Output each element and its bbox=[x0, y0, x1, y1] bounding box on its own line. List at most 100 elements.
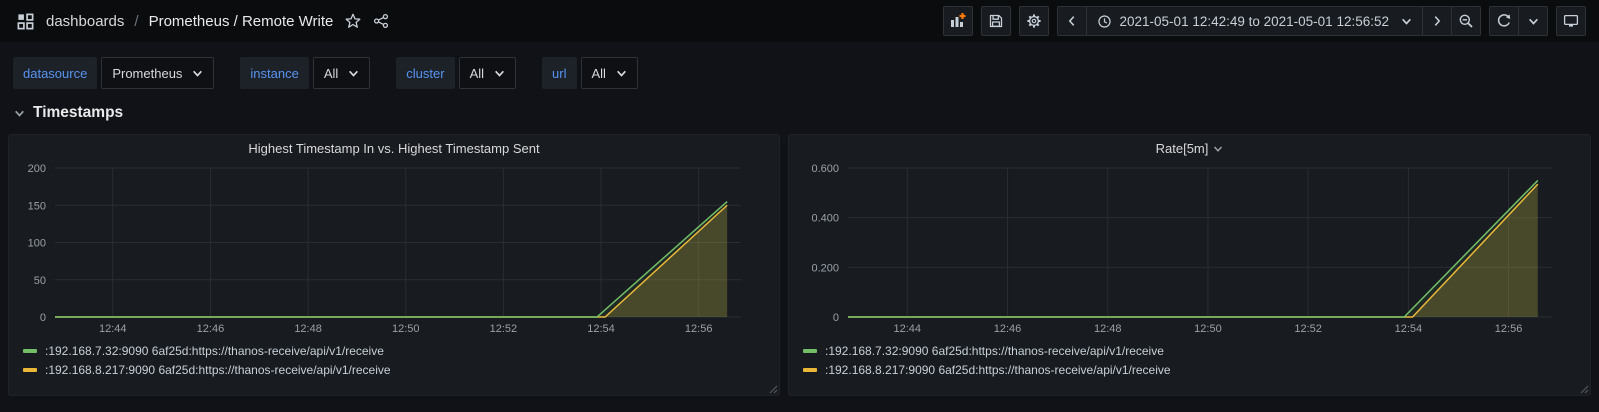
x-tick-label: 12:54 bbox=[587, 323, 615, 335]
star-icon[interactable] bbox=[341, 9, 365, 33]
time-shift-back-button[interactable] bbox=[1057, 6, 1087, 36]
variable-select-cluster[interactable]: All bbox=[459, 57, 516, 89]
y-tick-label: 150 bbox=[28, 200, 46, 212]
x-tick-label: 12:48 bbox=[294, 323, 322, 335]
grafana-dashboard: { "nav": { "breadcrumb_root": "dashboard… bbox=[0, 0, 1599, 412]
dashboard-variables: datasource Prometheus instance All clust… bbox=[0, 42, 1599, 100]
y-tick-label: 0.200 bbox=[811, 262, 839, 274]
save-dashboard-button[interactable] bbox=[981, 6, 1011, 36]
variable-select-url[interactable]: All bbox=[581, 57, 638, 89]
row-timestamps[interactable]: Timestamps bbox=[0, 100, 1599, 134]
chart-canvas[interactable]: 0 50 100 150 200 12:44 12:46 12:48 12:50 12:52 12:… bbox=[17, 162, 771, 338]
nav-toolbar: 2021-05-01 12:42:49 to 2021-05-01 12:56:… bbox=[935, 6, 1586, 36]
breadcrumb-separator: / bbox=[134, 13, 138, 30]
y-tick-label: 0.400 bbox=[811, 213, 839, 225]
variable-url: url All bbox=[542, 57, 638, 89]
variable-value: Prometheus bbox=[112, 66, 182, 81]
panel-resize-handle[interactable] bbox=[769, 385, 778, 394]
zoom-out-button[interactable] bbox=[1451, 6, 1481, 36]
legend-item[interactable]: :192.168.8.217:9090 6af25d:https://thano… bbox=[803, 360, 1590, 379]
x-tick-label: 12:54 bbox=[1395, 323, 1423, 335]
x-tick-label: 12:56 bbox=[1495, 323, 1523, 335]
x-tick-label: 12:46 bbox=[994, 323, 1022, 335]
variable-value: All bbox=[470, 66, 484, 81]
breadcrumb-dashboards-link[interactable]: dashboards bbox=[46, 13, 124, 30]
legend-label: :192.168.7.32:9090 6af25d:https://thanos… bbox=[45, 344, 384, 358]
legend-swatch bbox=[803, 349, 817, 353]
share-icon[interactable] bbox=[369, 9, 393, 33]
variable-label-url: url bbox=[542, 57, 576, 89]
refresh-interval-caret-button[interactable] bbox=[1518, 6, 1548, 36]
panel-menu-caret-icon bbox=[1213, 144, 1223, 154]
legend-label: :192.168.8.217:9090 6af25d:https://thano… bbox=[825, 363, 1171, 377]
chart-canvas[interactable]: 0 0.200 0.400 0.600 12:44 12:46 12:48 12:50 12:5… bbox=[797, 162, 1582, 338]
breadcrumb: dashboards / Prometheus / Remote Write bbox=[13, 9, 935, 34]
timeseries-chart[interactable]: 0 50 100 150 200 12:44 12:46 12:48 12:50 12:52 12:… bbox=[17, 162, 771, 338]
variable-value: All bbox=[324, 66, 338, 81]
dashboard-title[interactable]: Prometheus / Remote Write bbox=[149, 13, 334, 30]
variable-select-instance[interactable]: All bbox=[313, 57, 370, 89]
section-title: Timestamps bbox=[33, 104, 123, 122]
legend-swatch bbox=[23, 349, 37, 353]
x-tick-label: 12:44 bbox=[99, 323, 127, 335]
caret-down-icon bbox=[1401, 16, 1412, 27]
series-area bbox=[848, 180, 1538, 317]
x-tick-label: 12:56 bbox=[685, 323, 713, 335]
panel-title[interactable]: Highest Timestamp In vs. Highest Timesta… bbox=[9, 135, 779, 162]
timeseries-chart[interactable]: 0 0.200 0.400 0.600 12:44 12:46 12:48 12:50 12:5… bbox=[797, 162, 1582, 338]
x-tick-label: 12:44 bbox=[894, 323, 922, 335]
panel-highest-timestamp: Highest Timestamp In vs. Highest Timesta… bbox=[8, 134, 780, 396]
legend-label: :192.168.8.217:9090 6af25d:https://thano… bbox=[45, 363, 391, 377]
x-tick-label: 12:48 bbox=[1094, 323, 1122, 335]
clock-icon bbox=[1097, 14, 1112, 29]
y-tick-label: 100 bbox=[28, 238, 46, 250]
time-picker-group: 2021-05-01 12:42:49 to 2021-05-01 12:56:… bbox=[1057, 6, 1481, 36]
legend-item[interactable]: :192.168.7.32:9090 6af25d:https://thanos… bbox=[803, 341, 1590, 360]
plus-icon bbox=[959, 13, 965, 19]
time-shift-forward-button[interactable] bbox=[1422, 6, 1452, 36]
title-actions bbox=[341, 9, 393, 33]
panel-title[interactable]: Rate[5m] bbox=[789, 135, 1590, 162]
series-area bbox=[55, 202, 727, 317]
caret-down-icon bbox=[494, 68, 505, 79]
variable-datasource: datasource Prometheus bbox=[13, 57, 214, 89]
legend-swatch bbox=[803, 368, 817, 372]
settings-gear-button[interactable] bbox=[1019, 6, 1049, 36]
chevron-down-icon bbox=[13, 107, 26, 120]
legend-item[interactable]: :192.168.7.32:9090 6af25d:https://thanos… bbox=[23, 341, 779, 360]
legend-item[interactable]: :192.168.8.217:9090 6af25d:https://thano… bbox=[23, 360, 779, 379]
y-tick-label: 0.600 bbox=[811, 163, 839, 175]
y-tick-label: 0 bbox=[833, 312, 839, 324]
panel-rate-5m: Rate[5m] 0 0.200 0.400 0.600 12:44 12:46 12:48… bbox=[788, 134, 1591, 396]
time-range-picker[interactable]: 2021-05-01 12:42:49 to 2021-05-01 12:56:… bbox=[1086, 6, 1423, 36]
x-tick-label: 12:50 bbox=[392, 323, 420, 335]
panel-resize-handle[interactable] bbox=[1580, 385, 1589, 394]
x-tick-label: 12:46 bbox=[197, 323, 225, 335]
legend-label: :192.168.7.32:9090 6af25d:https://thanos… bbox=[825, 344, 1164, 358]
refresh-group bbox=[1489, 6, 1548, 36]
caret-down-icon bbox=[348, 68, 359, 79]
x-tick-label: 12:50 bbox=[1194, 323, 1222, 335]
variable-select-datasource[interactable]: Prometheus bbox=[101, 57, 214, 89]
variable-instance: instance All bbox=[240, 57, 370, 89]
y-tick-label: 200 bbox=[28, 163, 46, 175]
caret-down-icon bbox=[192, 68, 203, 79]
y-tick-label: 50 bbox=[34, 275, 46, 287]
cycle-view-monitor-button[interactable] bbox=[1556, 6, 1586, 36]
chart-legend: :192.168.7.32:9090 6af25d:https://thanos… bbox=[9, 338, 779, 379]
variable-label-cluster: cluster bbox=[396, 57, 454, 89]
variable-cluster: cluster All bbox=[396, 57, 516, 89]
y-tick-label: 0 bbox=[40, 312, 46, 324]
x-tick-label: 12:52 bbox=[490, 323, 518, 335]
variable-label-datasource: datasource bbox=[13, 57, 97, 89]
caret-down-icon bbox=[616, 68, 627, 79]
add-panel-button[interactable] bbox=[943, 6, 973, 36]
top-nav: dashboards / Prometheus / Remote Write bbox=[0, 0, 1599, 42]
variable-value: All bbox=[592, 66, 606, 81]
time-range-text: 2021-05-01 12:42:49 to 2021-05-01 12:56:… bbox=[1120, 14, 1389, 29]
apps-grid-icon[interactable] bbox=[13, 9, 38, 34]
refresh-button[interactable] bbox=[1489, 6, 1519, 36]
panels-row: Highest Timestamp In vs. Highest Timesta… bbox=[0, 134, 1599, 396]
legend-swatch bbox=[23, 368, 37, 372]
variable-label-instance: instance bbox=[240, 57, 308, 89]
